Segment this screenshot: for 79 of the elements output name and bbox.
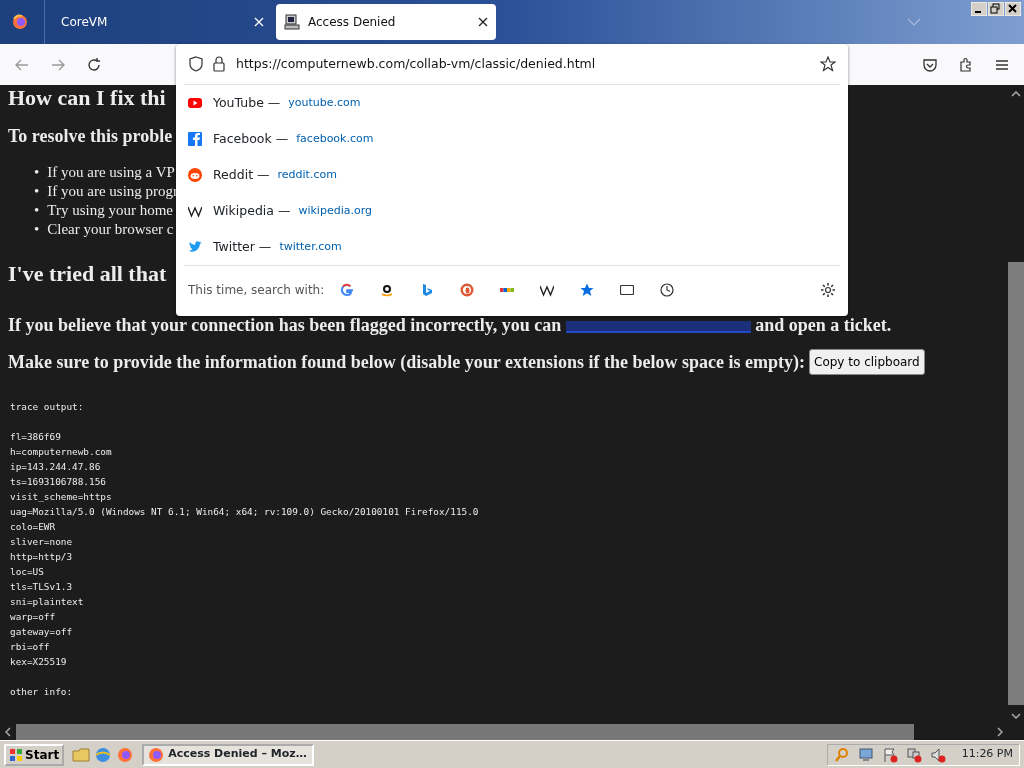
browser-tab[interactable]: Access Denied [276, 4, 496, 40]
trace-line: fl=386f69 [10, 431, 61, 442]
tab-icon[interactable] [620, 282, 635, 297]
bullet-marker: • [34, 182, 40, 201]
monitor-icon[interactable] [857, 746, 874, 763]
firefox-icon [148, 746, 165, 763]
trace-line: warp=off [10, 611, 56, 622]
list-item: Clear your browser c [47, 220, 174, 239]
suggestion-item[interactable]: Facebook — facebook.com [176, 121, 848, 157]
clock: 11:26 PM [961, 746, 1013, 763]
suggestion-item[interactable]: Wikipedia — wikipedia.org [176, 193, 848, 229]
suggestion-item[interactable]: Twitter — twitter.com [176, 229, 848, 265]
trace-line: colo=EWR [10, 521, 56, 532]
copy-button[interactable]: Copy to clipboard [809, 349, 925, 375]
lock-icon[interactable] [212, 56, 226, 72]
page-subheading: To resolve this proble [8, 125, 173, 147]
clock-icon[interactable] [660, 282, 675, 297]
suggestion-item[interactable]: YouTube — youtube.com [176, 85, 848, 121]
list-item: If you are using progr [47, 182, 179, 201]
trace-line: h=computernewb.com [10, 446, 112, 457]
paragraph-text: and open a ticket. [755, 315, 892, 335]
scrollbar-thumb[interactable] [16, 724, 914, 740]
puzzle-piece-icon[interactable] [958, 56, 974, 73]
reddit-icon [188, 168, 202, 182]
star-icon[interactable] [580, 282, 595, 297]
facebook-icon [188, 132, 202, 146]
scrollbar-thumb[interactable] [1008, 262, 1024, 705]
network-error-icon[interactable] [905, 746, 922, 763]
instructions-text: Make sure to provide the information found below (disable your extensions if the below space is empty): [8, 351, 805, 373]
google-icon[interactable] [340, 282, 355, 297]
trace-line: visit_scheme=https [10, 491, 112, 502]
bing-icon[interactable] [420, 282, 435, 297]
search-with-label: This time, search with: [188, 281, 325, 299]
page-heading: I've tried all that [8, 261, 167, 287]
close-icon[interactable] [478, 17, 488, 27]
trace-line: uag=Mozilla/5.0 (Windows NT 6.1; Win64; x64; rv:109.0) Gecko/20100101 Firefox/115.0 [10, 506, 479, 517]
trace-line: rbi=off [10, 641, 50, 652]
trace-line: ts=1693106788.156 [10, 476, 106, 487]
windows-logo-icon [9, 747, 23, 762]
trace-line: http=http/3 [10, 551, 73, 562]
paragraph-text: If you believe that your connection has been flagged incorrectly, you can [8, 315, 562, 335]
shield-icon[interactable] [188, 56, 204, 72]
muted-speaker-icon[interactable] [929, 746, 946, 763]
trace-line: kex=X25519 [10, 656, 67, 667]
trace-line: gateway=off [10, 626, 73, 637]
pocket-icon[interactable] [922, 56, 938, 73]
minimize-button[interactable] [971, 2, 987, 16]
bullet-marker: • [34, 220, 40, 239]
youtube-icon [188, 96, 202, 110]
suggestion-item[interactable]: Reddit — reddit.com [176, 157, 848, 193]
settings-icon[interactable] [820, 281, 836, 298]
scroll-left-icon[interactable] [5, 727, 11, 737]
bullet-marker: • [34, 163, 40, 182]
bird-icon [188, 240, 202, 254]
wikipedia-icon [188, 204, 202, 218]
trace-line: loc=US [10, 566, 44, 577]
star-icon[interactable] [820, 56, 836, 72]
page-heading: How can I fix thi [8, 85, 166, 111]
computer-icon [284, 14, 300, 30]
firefox-icon[interactable] [12, 14, 28, 30]
scroll-up-icon[interactable] [1011, 91, 1021, 97]
other-info-label: other info: [10, 685, 74, 699]
trace-line: sliver=none [10, 536, 73, 547]
trace-line: tls=TLSv1.3 [10, 581, 73, 592]
firefox-icon[interactable] [116, 745, 135, 764]
taskbar-button[interactable]: Access Denied – Moz… [142, 743, 315, 766]
trace-line: ip=143.244.47.86 [10, 461, 101, 472]
trace-header: trace output: [10, 400, 85, 414]
list-item: If you are using a VP [47, 163, 175, 182]
restore-button[interactable] [988, 2, 1004, 16]
close-button[interactable] [1005, 2, 1021, 16]
reload-icon[interactable] [86, 56, 102, 73]
flag-error-icon[interactable] [881, 746, 898, 763]
scroll-down-icon[interactable] [1011, 713, 1021, 719]
list-item: Try using your home [47, 201, 173, 220]
scroll-right-icon[interactable] [997, 727, 1003, 737]
start-button[interactable]: Start [4, 743, 65, 766]
trace-line: sni=plaintext [10, 596, 84, 607]
bullet-marker: • [34, 201, 40, 220]
